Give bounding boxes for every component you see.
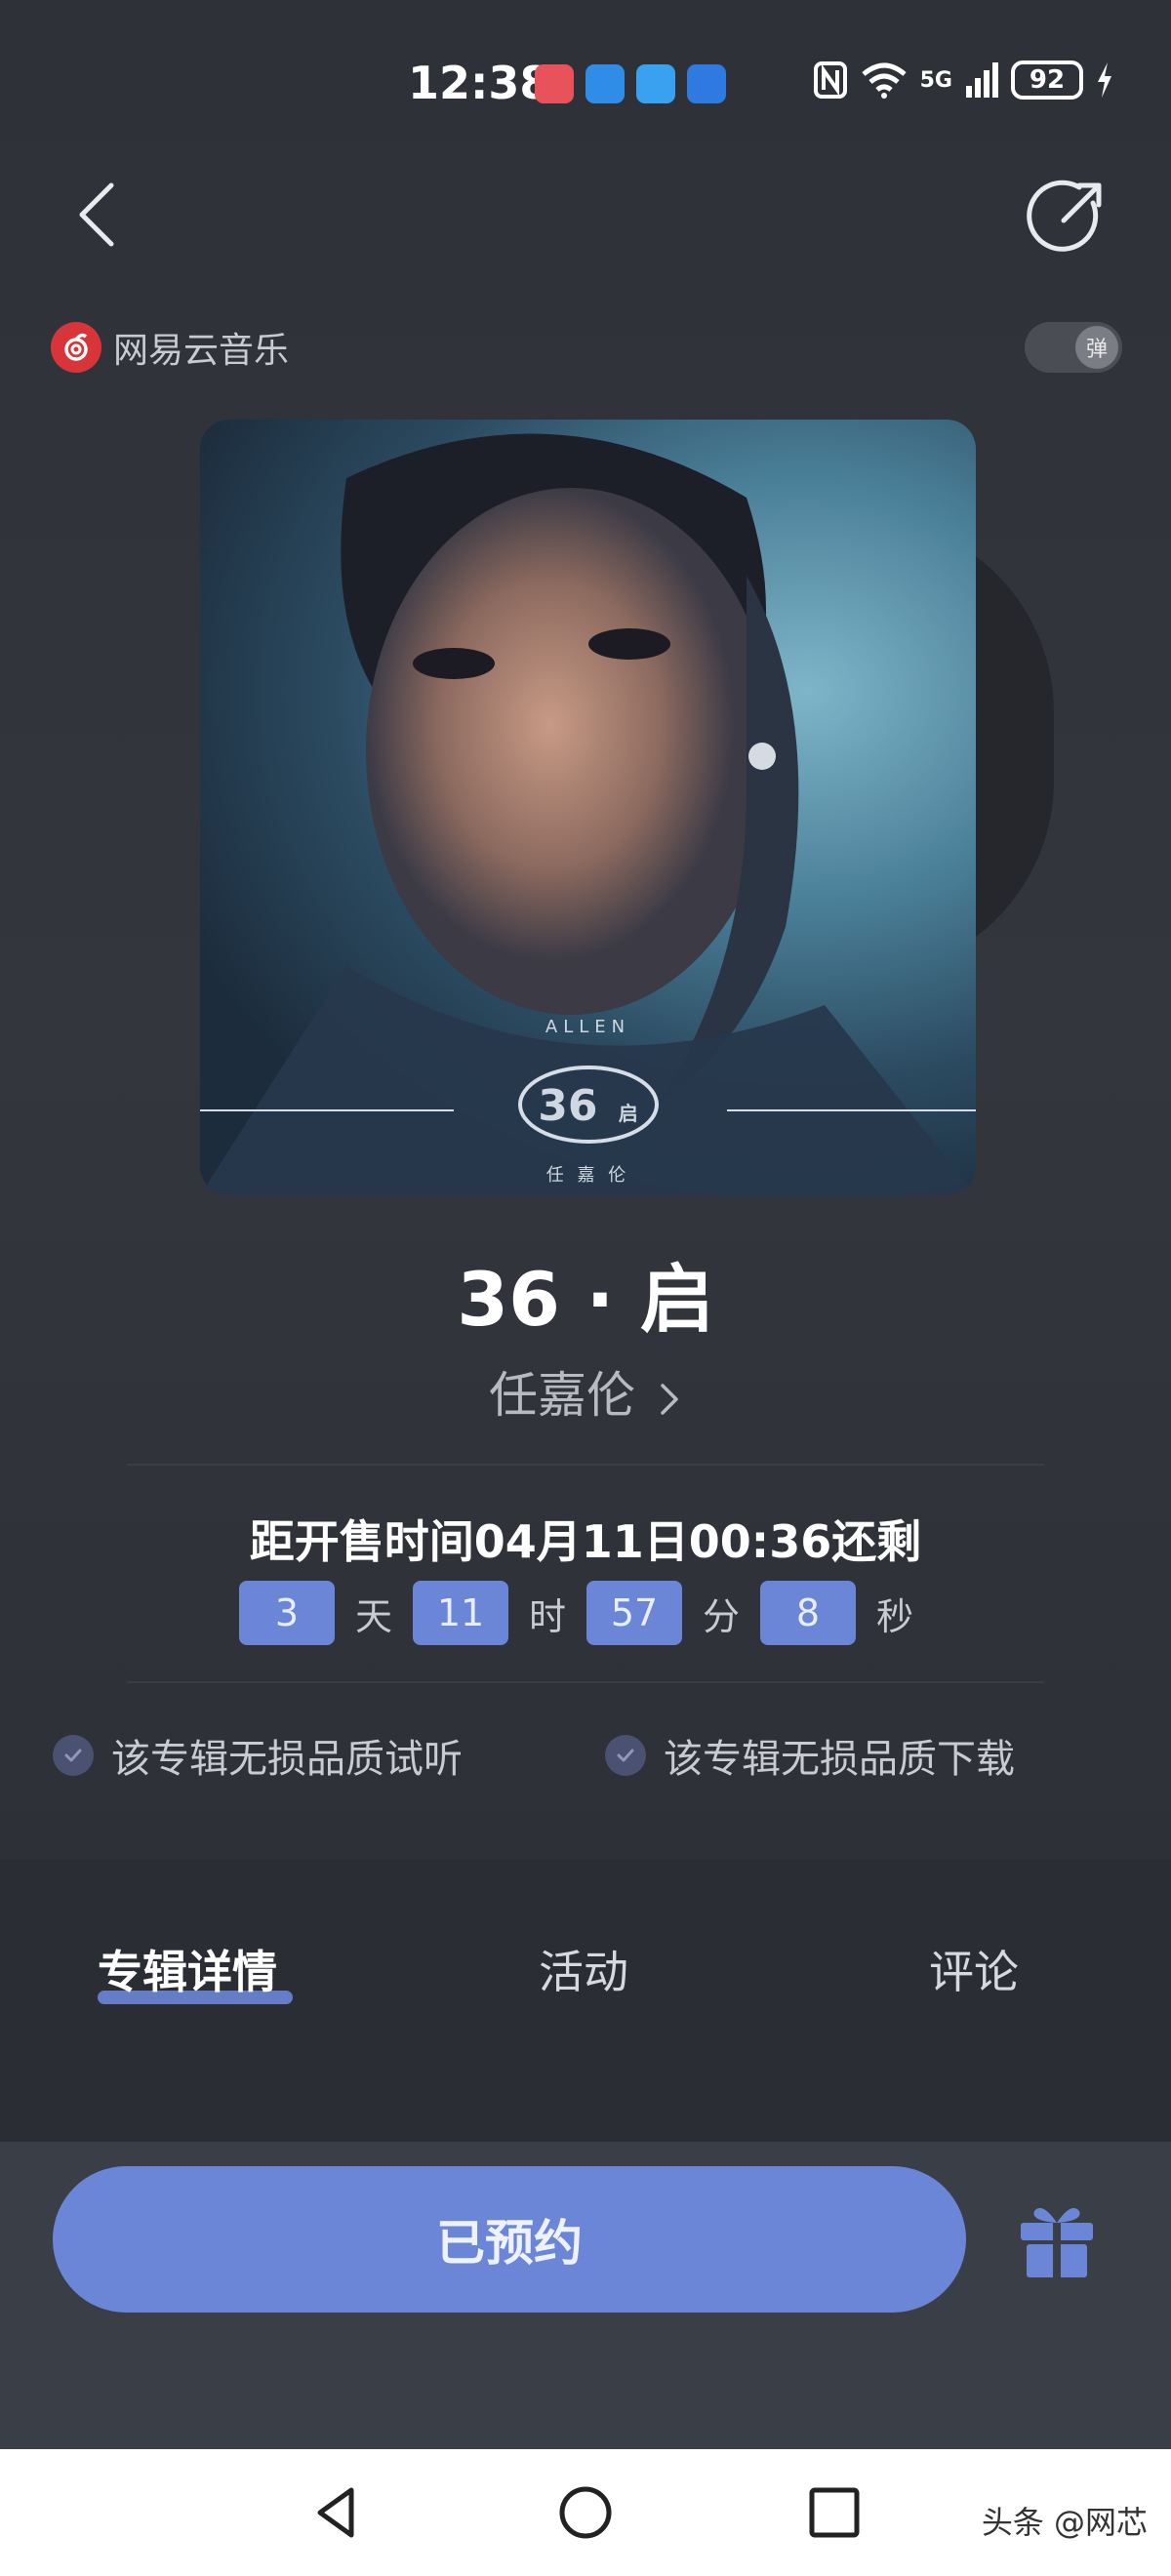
status-bar: 12:38 5G 92 <box>0 0 1171 166</box>
quality-preview: 该专辑无损品质试听 <box>53 1727 463 1784</box>
system-nav-bar: 头条 @网芯 <box>0 2449 1171 2576</box>
artist-link[interactable]: 任嘉伦 <box>0 1356 1171 1427</box>
quality-download: 该专辑无损品质下载 <box>605 1727 1015 1784</box>
countdown-hours: 11 <box>413 1581 508 1645</box>
artist-name: 任嘉伦 <box>489 1367 636 1424</box>
chevron-right-icon <box>661 1383 678 1415</box>
countdown-minutes: 57 <box>586 1581 682 1645</box>
countdown-seconds: 8 <box>760 1581 856 1645</box>
nav-home-icon[interactable] <box>551 2478 620 2547</box>
check-icon <box>53 1735 94 1776</box>
countdown-hours-unit: 时 <box>528 1594 566 1638</box>
tab-album-details[interactable]: 专辑详情 <box>98 1937 277 2001</box>
cover-logo-number: 36 <box>538 1081 598 1131</box>
nav-recents-icon[interactable] <box>800 2478 868 2547</box>
netease-logo-icon <box>51 322 101 373</box>
danmu-toggle[interactable]: 弹 <box>1025 322 1122 373</box>
nav-back-icon[interactable] <box>303 2478 371 2547</box>
countdown-seconds-unit: 秒 <box>875 1594 913 1638</box>
nfc-icon <box>813 61 847 99</box>
album-title: 36 · 启 <box>457 1256 714 1343</box>
check-icon <box>605 1735 646 1776</box>
weather-notification-icon <box>636 64 675 103</box>
network-label: 5G <box>919 67 952 93</box>
album-cover[interactable]: ALLEN 36 启 任 嘉 伦 <box>200 420 976 1195</box>
huawei-notification-icon <box>535 64 574 103</box>
back-icon[interactable] <box>68 176 127 254</box>
countdown-minutes-unit: 分 <box>702 1594 740 1638</box>
cover-logo-suffix: 启 <box>618 1102 638 1125</box>
presale-countdown-panel: 距开售时间04月11日00:36还剩 3 天 11 时 57 分 8 秒 <box>127 1464 1044 1683</box>
tips-notification-icon <box>687 64 726 103</box>
cover-top-text: ALLEN <box>545 1017 631 1037</box>
countdown-days: 3 <box>239 1581 335 1645</box>
charging-icon <box>1098 62 1111 98</box>
watermark: 头条 @网芯 <box>981 2504 1148 2541</box>
battery-indicator: 92 <box>1011 60 1083 100</box>
cover-logo-text: 36 启 <box>200 1081 976 1131</box>
quality-download-label: 该专辑无损品质下载 <box>664 1737 1015 1782</box>
countdown-days-unit: 天 <box>354 1594 392 1638</box>
quality-preview-label: 该专辑无损品质试听 <box>111 1737 463 1782</box>
brand: 网易云音乐 <box>51 322 289 373</box>
reserved-button[interactable]: 已预约 <box>53 2166 966 2313</box>
album-cover-artwork <box>200 433 976 1195</box>
wifi-icon <box>861 62 907 99</box>
status-time: 12:38 <box>408 57 551 109</box>
brand-name: 网易云音乐 <box>113 331 290 371</box>
presale-text: 距开售时间04月11日00:36还剩 <box>249 1515 922 1568</box>
tab-comments[interactable]: 评论 <box>929 1937 1019 2001</box>
signal-icon <box>966 62 998 98</box>
danmu-label: 弹 <box>1075 326 1118 369</box>
search-notification-icon <box>586 64 625 103</box>
status-indicators: 5G 92 <box>813 60 1114 100</box>
tab-activities[interactable]: 活动 <box>539 1937 628 2001</box>
share-icon[interactable] <box>1025 174 1112 262</box>
tabs-panel: 专辑详情 活动 评论 <box>0 1859 1171 2142</box>
gift-icon[interactable] <box>1013 2195 1101 2283</box>
action-bar: 已预约 <box>0 2142 1171 2449</box>
cover-bottom-text: 任 嘉 伦 <box>545 1165 630 1186</box>
countdown: 3 天 11 时 57 分 8 秒 <box>239 1581 934 1645</box>
